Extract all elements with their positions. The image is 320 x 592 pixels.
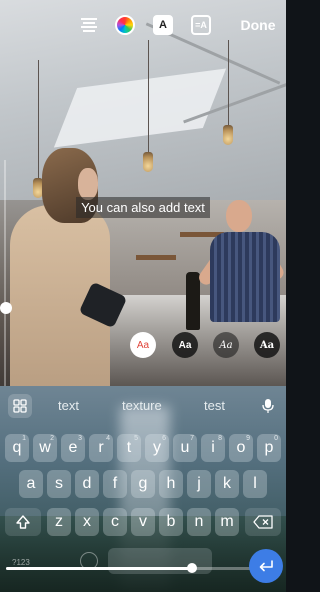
key-a[interactable]: a bbox=[19, 470, 43, 498]
key-u[interactable]: u7 bbox=[173, 434, 197, 462]
font-style-modern[interactable]: Aa bbox=[172, 332, 198, 358]
microphone-icon[interactable] bbox=[258, 396, 278, 416]
key-number-hint: 4 bbox=[106, 435, 110, 442]
key-h[interactable]: h bbox=[159, 470, 183, 498]
key-letter: w bbox=[39, 439, 51, 456]
align-center-icon-glyph bbox=[81, 18, 97, 32]
key-letter: t bbox=[126, 439, 132, 456]
text-animate-icon[interactable]: =A bbox=[190, 14, 212, 36]
key-f[interactable]: f bbox=[103, 470, 127, 498]
text-animate-glyph: =A bbox=[191, 15, 211, 35]
video-progress-fill bbox=[6, 567, 193, 570]
font-style-serif[interactable]: Aa bbox=[254, 332, 280, 358]
key-number-hint: 9 bbox=[246, 435, 250, 442]
key-letter: o bbox=[236, 439, 246, 456]
key-letter: e bbox=[68, 439, 78, 456]
key-number-hint: 1 bbox=[22, 435, 26, 442]
key-letter: i bbox=[211, 439, 215, 456]
key-t[interactable]: t5 bbox=[117, 434, 141, 462]
key-s[interactable]: s bbox=[47, 470, 71, 498]
key-number-hint: 3 bbox=[78, 435, 82, 442]
key-j[interactable]: j bbox=[187, 470, 211, 498]
key-z[interactable]: z bbox=[47, 508, 71, 536]
enter-glyph bbox=[259, 560, 273, 572]
key-d[interactable]: d bbox=[75, 470, 99, 498]
font-style-script[interactable]: Aa bbox=[213, 332, 239, 358]
key-letter: r bbox=[98, 439, 104, 456]
woman-face bbox=[78, 168, 98, 200]
pendant-cord bbox=[148, 40, 149, 155]
suggestion-item[interactable]: texture bbox=[122, 398, 162, 413]
key-b[interactable]: b bbox=[159, 508, 183, 536]
caption-container: You can also add text bbox=[0, 197, 286, 218]
man-apron bbox=[210, 232, 280, 322]
text-size-slider-track[interactable] bbox=[4, 160, 6, 400]
key-o[interactable]: o9 bbox=[229, 434, 253, 462]
key-m[interactable]: m bbox=[215, 508, 239, 536]
done-button[interactable]: Done bbox=[238, 15, 278, 35]
symbols-key[interactable]: ?123 bbox=[12, 558, 30, 567]
shift-icon[interactable] bbox=[5, 508, 41, 536]
backspace-glyph bbox=[253, 515, 273, 529]
key-letter: p bbox=[264, 439, 274, 456]
font-style-classic[interactable]: Aa bbox=[130, 332, 156, 358]
pendant-lamp bbox=[143, 152, 153, 172]
key-letter: y bbox=[153, 439, 161, 456]
wall-shelf bbox=[136, 255, 176, 260]
key-number-hint: 5 bbox=[134, 435, 138, 442]
pendant-lamp bbox=[223, 125, 233, 145]
key-x[interactable]: x bbox=[75, 508, 99, 536]
key-p[interactable]: p0 bbox=[257, 434, 281, 462]
video-progress-track[interactable] bbox=[6, 563, 280, 573]
backspace-icon[interactable] bbox=[245, 508, 281, 536]
key-i[interactable]: i8 bbox=[201, 434, 225, 462]
key-number-hint: 0 bbox=[274, 435, 278, 442]
enter-icon[interactable] bbox=[249, 549, 283, 583]
pendant-cord bbox=[228, 40, 229, 128]
suggestion-item[interactable]: text bbox=[58, 398, 79, 413]
key-l[interactable]: l bbox=[243, 470, 267, 498]
key-number-hint: 7 bbox=[190, 435, 194, 442]
suggestion-item[interactable]: test bbox=[204, 398, 225, 413]
color-wheel-icon[interactable] bbox=[114, 14, 136, 36]
caption-text[interactable]: You can also add text bbox=[76, 197, 210, 218]
key-q[interactable]: q1 bbox=[5, 434, 29, 462]
key-letter: q bbox=[12, 439, 22, 456]
text-size-slider-knob[interactable] bbox=[0, 302, 12, 314]
key-c[interactable]: c bbox=[103, 508, 127, 536]
suggestion-strip: text texture test bbox=[0, 386, 286, 424]
key-n[interactable]: n bbox=[187, 508, 211, 536]
key-k[interactable]: k bbox=[215, 470, 239, 498]
microphone-glyph bbox=[262, 399, 274, 413]
key-number-hint: 6 bbox=[162, 435, 166, 442]
story-text-editor: A =A Done You can also add text Aa Aa Aa… bbox=[0, 0, 286, 592]
text-effect-icon[interactable]: A bbox=[152, 14, 174, 36]
key-letter: u bbox=[180, 439, 190, 456]
align-center-icon[interactable] bbox=[78, 14, 100, 36]
pendant-cord bbox=[38, 60, 39, 180]
key-number-hint: 8 bbox=[218, 435, 222, 442]
key-w[interactable]: w2 bbox=[33, 434, 57, 462]
color-wheel-swatch bbox=[115, 15, 135, 35]
key-e[interactable]: e3 bbox=[61, 434, 85, 462]
key-number-hint: 2 bbox=[50, 435, 54, 442]
text-effect-glyph: A bbox=[153, 15, 173, 35]
key-v[interactable]: v bbox=[131, 508, 155, 536]
wine-bottle bbox=[186, 272, 200, 330]
shift-glyph bbox=[16, 515, 30, 529]
key-r[interactable]: r4 bbox=[89, 434, 113, 462]
key-y[interactable]: y6 bbox=[145, 434, 169, 462]
key-g[interactable]: g bbox=[131, 470, 155, 498]
